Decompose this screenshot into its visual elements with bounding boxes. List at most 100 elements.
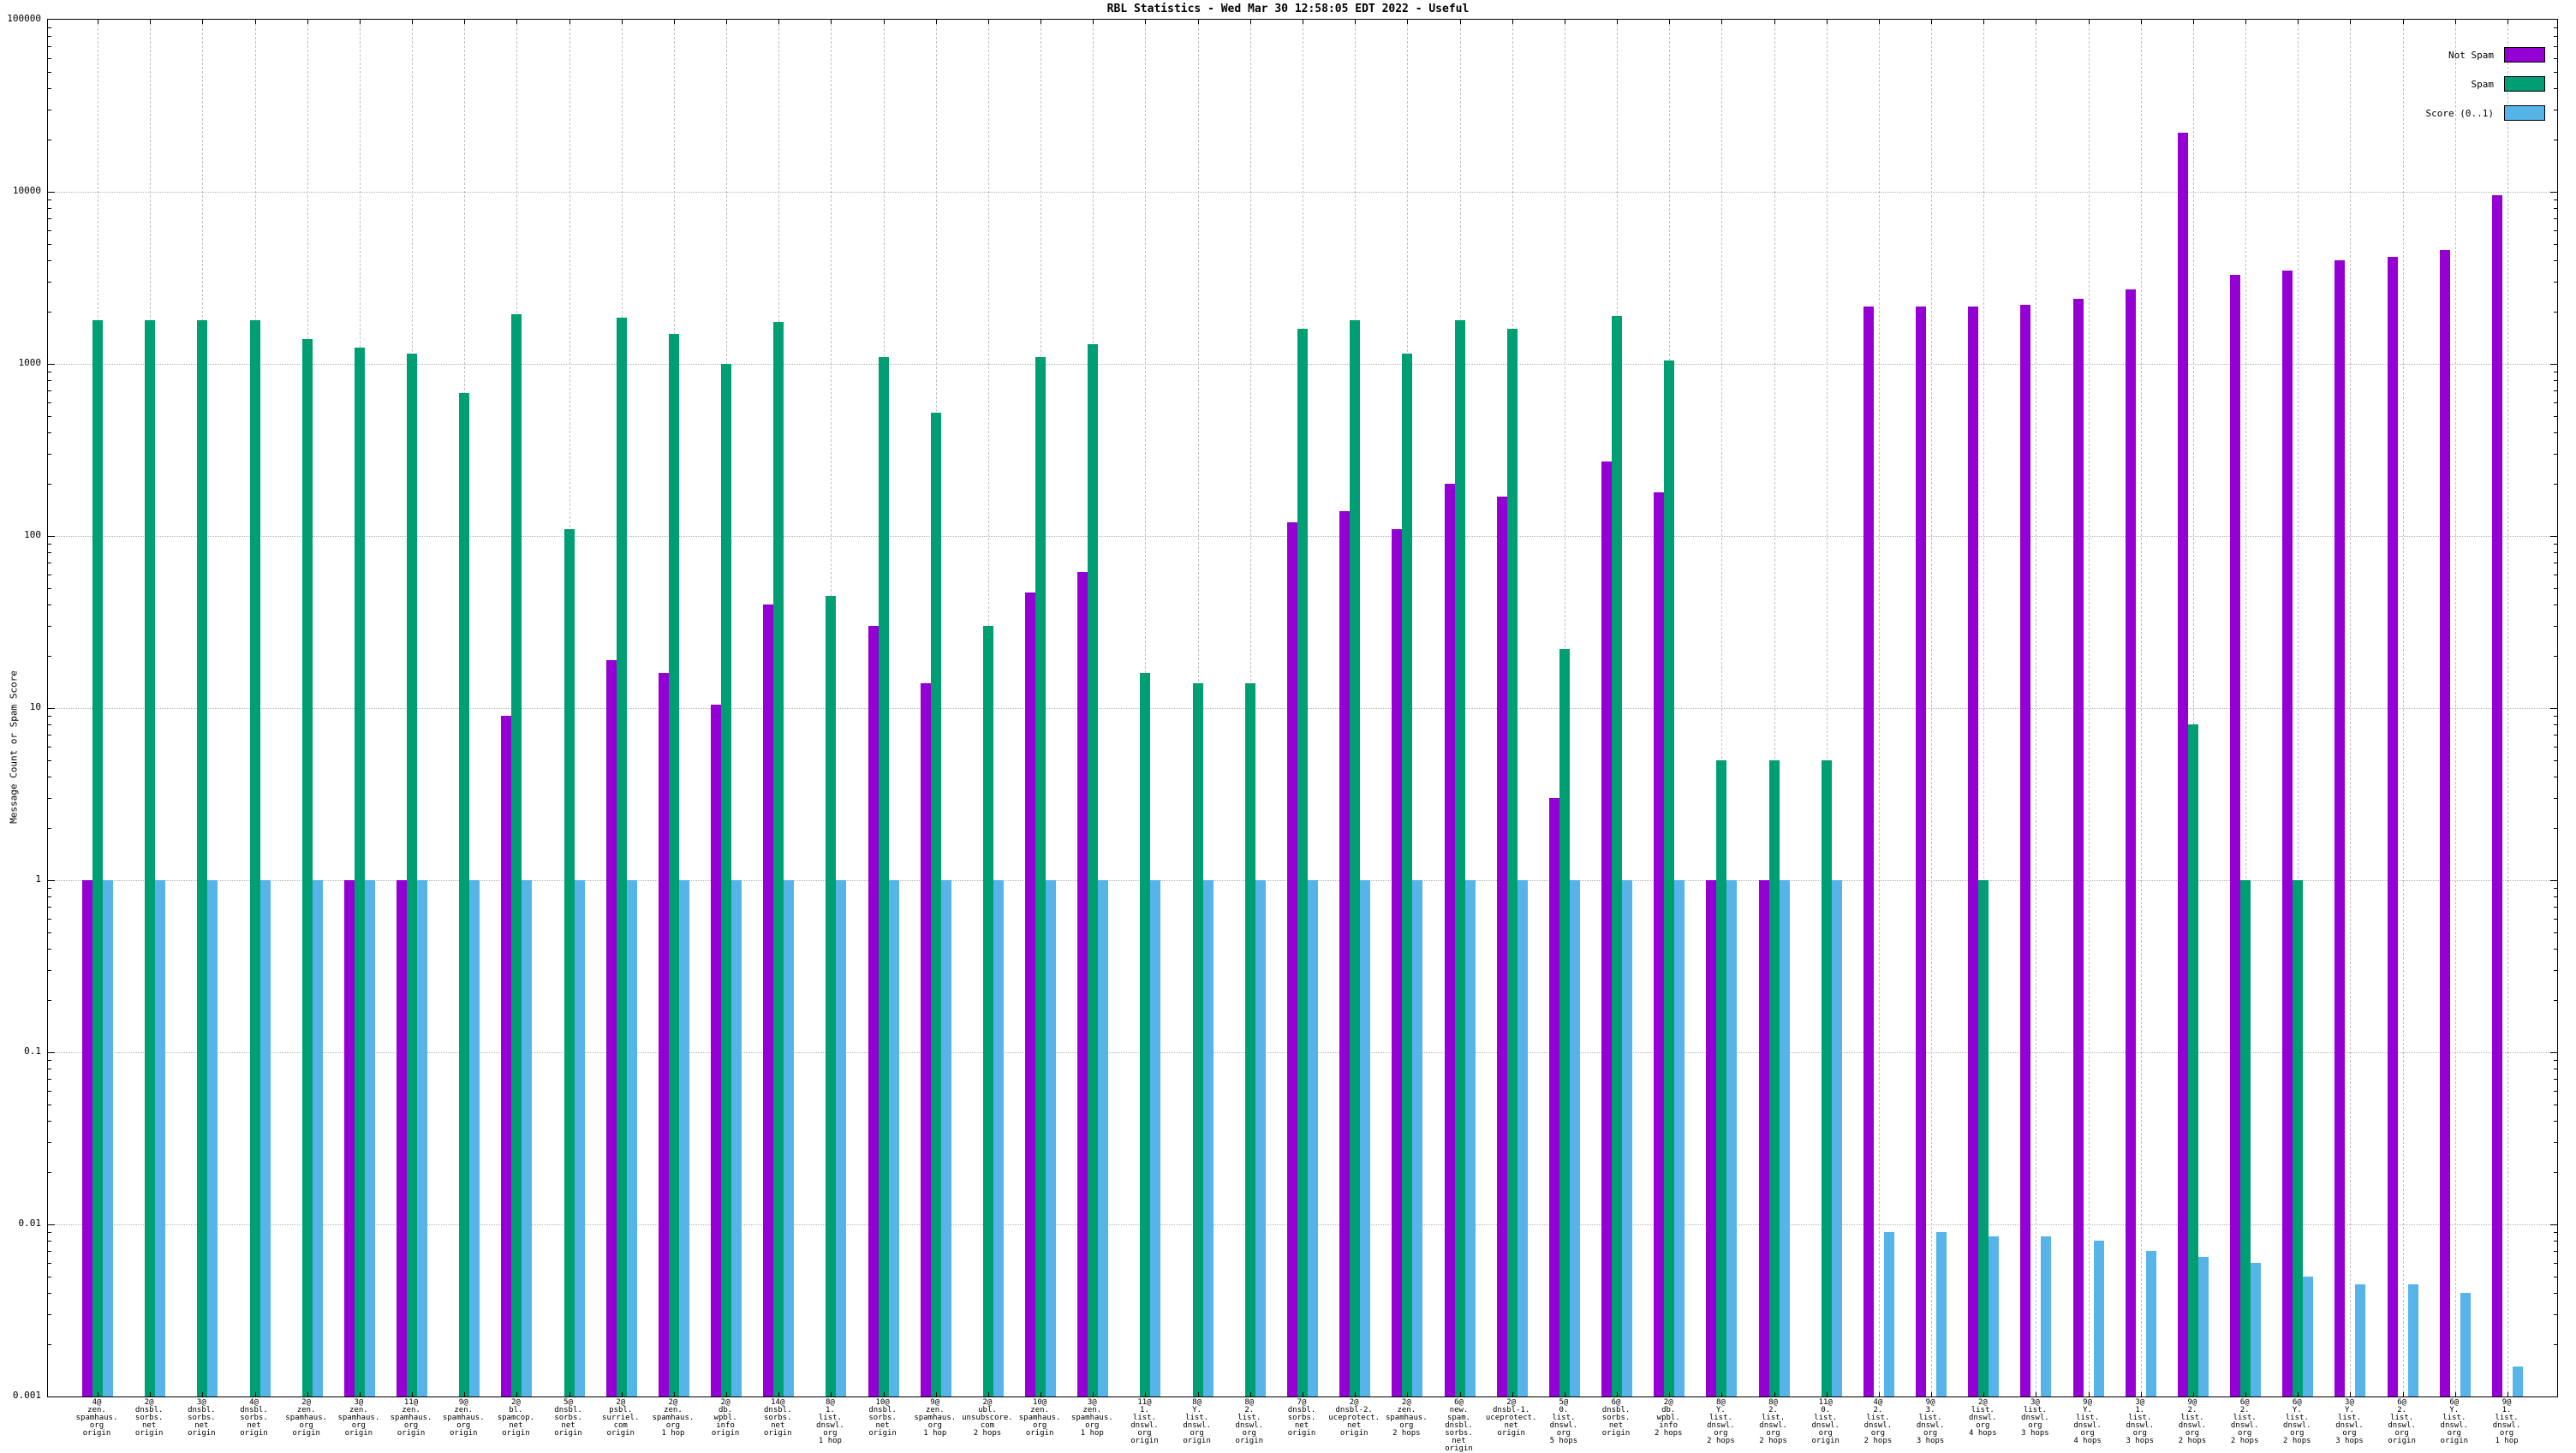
bar-spam [1455, 320, 1465, 1396]
x-tick [2193, 20, 2194, 24]
x-tick [464, 1392, 465, 1396]
bar-not-spam [501, 716, 511, 1396]
y-tick [2554, 88, 2557, 89]
y-tick [2554, 72, 2557, 73]
y-tick [48, 1224, 55, 1225]
bar-not-spam [1968, 307, 1978, 1396]
bar-spam [2188, 724, 2198, 1396]
y-tick [2554, 416, 2557, 417]
y-tick [48, 716, 51, 717]
y-tick-label: 1 [0, 874, 41, 884]
bar-spam [302, 339, 313, 1396]
bar-spam [931, 413, 941, 1396]
legend-swatch [2504, 76, 2545, 92]
y-tick [48, 896, 51, 897]
bar-not-spam [2282, 271, 2293, 1396]
gridline-v [2403, 20, 2404, 1396]
y-tick-label: 100000 [0, 14, 41, 24]
bar-score [522, 880, 532, 1396]
bar-not-spam [2440, 250, 2450, 1396]
y-tick [48, 36, 51, 37]
y-tick [48, 260, 51, 261]
y-tick [2550, 536, 2557, 537]
x-tick [1145, 20, 1146, 24]
bar-score [2303, 1277, 2313, 1396]
x-tick-label: 9@ 1. list. dnswl. org 1 hop [2468, 1399, 2545, 1445]
x-tick [1198, 20, 1199, 24]
gridline-v [2141, 20, 2142, 1396]
y-tick [48, 27, 51, 28]
bar-not-spam [1392, 529, 1402, 1396]
y-tick [2554, 544, 2557, 545]
y-tick [2554, 199, 2557, 200]
bar-not-spam [1601, 462, 1612, 1396]
bar-score [2408, 1284, 2418, 1396]
x-tick [360, 1392, 361, 1396]
x-tick [674, 20, 675, 24]
bar-not-spam [1863, 307, 1874, 1396]
y-tick-label: 0.01 [0, 1218, 41, 1229]
plot-area: Not SpamSpamScore (0..1) [47, 19, 2558, 1397]
x-tick [1512, 20, 1513, 24]
bar-spam [1402, 354, 1412, 1396]
x-tick [1355, 20, 1356, 24]
bar-not-spam [763, 604, 773, 1396]
x-tick [412, 1392, 413, 1396]
bar-not-spam [2126, 289, 2136, 1396]
x-tick [2507, 20, 2508, 24]
bar-not-spam [1497, 497, 1507, 1396]
x-tick [2455, 20, 2456, 24]
bar-score [2094, 1241, 2104, 1396]
x-tick [202, 20, 203, 24]
x-tick [2350, 20, 2351, 24]
x-tick [988, 1392, 989, 1396]
y-tick [2554, 454, 2557, 455]
bar-score [1308, 880, 1318, 1396]
y-tick [2554, 218, 2557, 219]
y-tick [48, 46, 51, 47]
bar-not-spam [2020, 305, 2030, 1396]
bar-spam [1245, 683, 1255, 1396]
x-tick [2245, 20, 2246, 24]
bar-not-spam [1339, 511, 1350, 1396]
x-tick [1721, 20, 1722, 24]
y-tick [48, 454, 51, 455]
x-tick [622, 20, 623, 24]
bar-score [1046, 880, 1056, 1396]
y-tick [48, 1344, 51, 1345]
bar-not-spam [2388, 257, 2398, 1396]
bar-score [2198, 1257, 2209, 1396]
bar-spam [1716, 760, 1726, 1396]
bar-spam [459, 393, 469, 1396]
bar-spam [669, 334, 679, 1396]
bar-score [313, 880, 323, 1396]
bar-score [941, 880, 951, 1396]
bar-not-spam [2230, 275, 2240, 1396]
gridline-v [2089, 20, 2090, 1396]
bar-not-spam [2178, 133, 2188, 1396]
y-tick [2550, 880, 2557, 881]
y-tick [2554, 552, 2557, 553]
bar-not-spam [921, 683, 931, 1396]
y-tick [2554, 949, 2557, 950]
legend-label: Score (0..1) [2426, 108, 2494, 119]
y-tick [48, 244, 51, 245]
x-tick [726, 1392, 727, 1396]
legend-row: Score (0..1) [2426, 98, 2545, 128]
y-tick [2554, 1142, 2557, 1143]
x-tick [778, 20, 779, 24]
y-tick [48, 1079, 51, 1080]
x-tick [2141, 1392, 2142, 1396]
y-tick [48, 1142, 51, 1143]
bar-not-spam [397, 880, 407, 1396]
x-tick [150, 1392, 151, 1396]
y-tick-label: 1000 [0, 358, 41, 368]
x-tick [412, 20, 413, 24]
y-tick [48, 949, 51, 950]
bar-spam [1297, 329, 1308, 1396]
x-tick [831, 20, 832, 24]
y-tick [48, 828, 51, 829]
bar-spam [1140, 673, 1150, 1396]
bar-score [1518, 880, 1528, 1396]
x-tick [150, 20, 151, 24]
